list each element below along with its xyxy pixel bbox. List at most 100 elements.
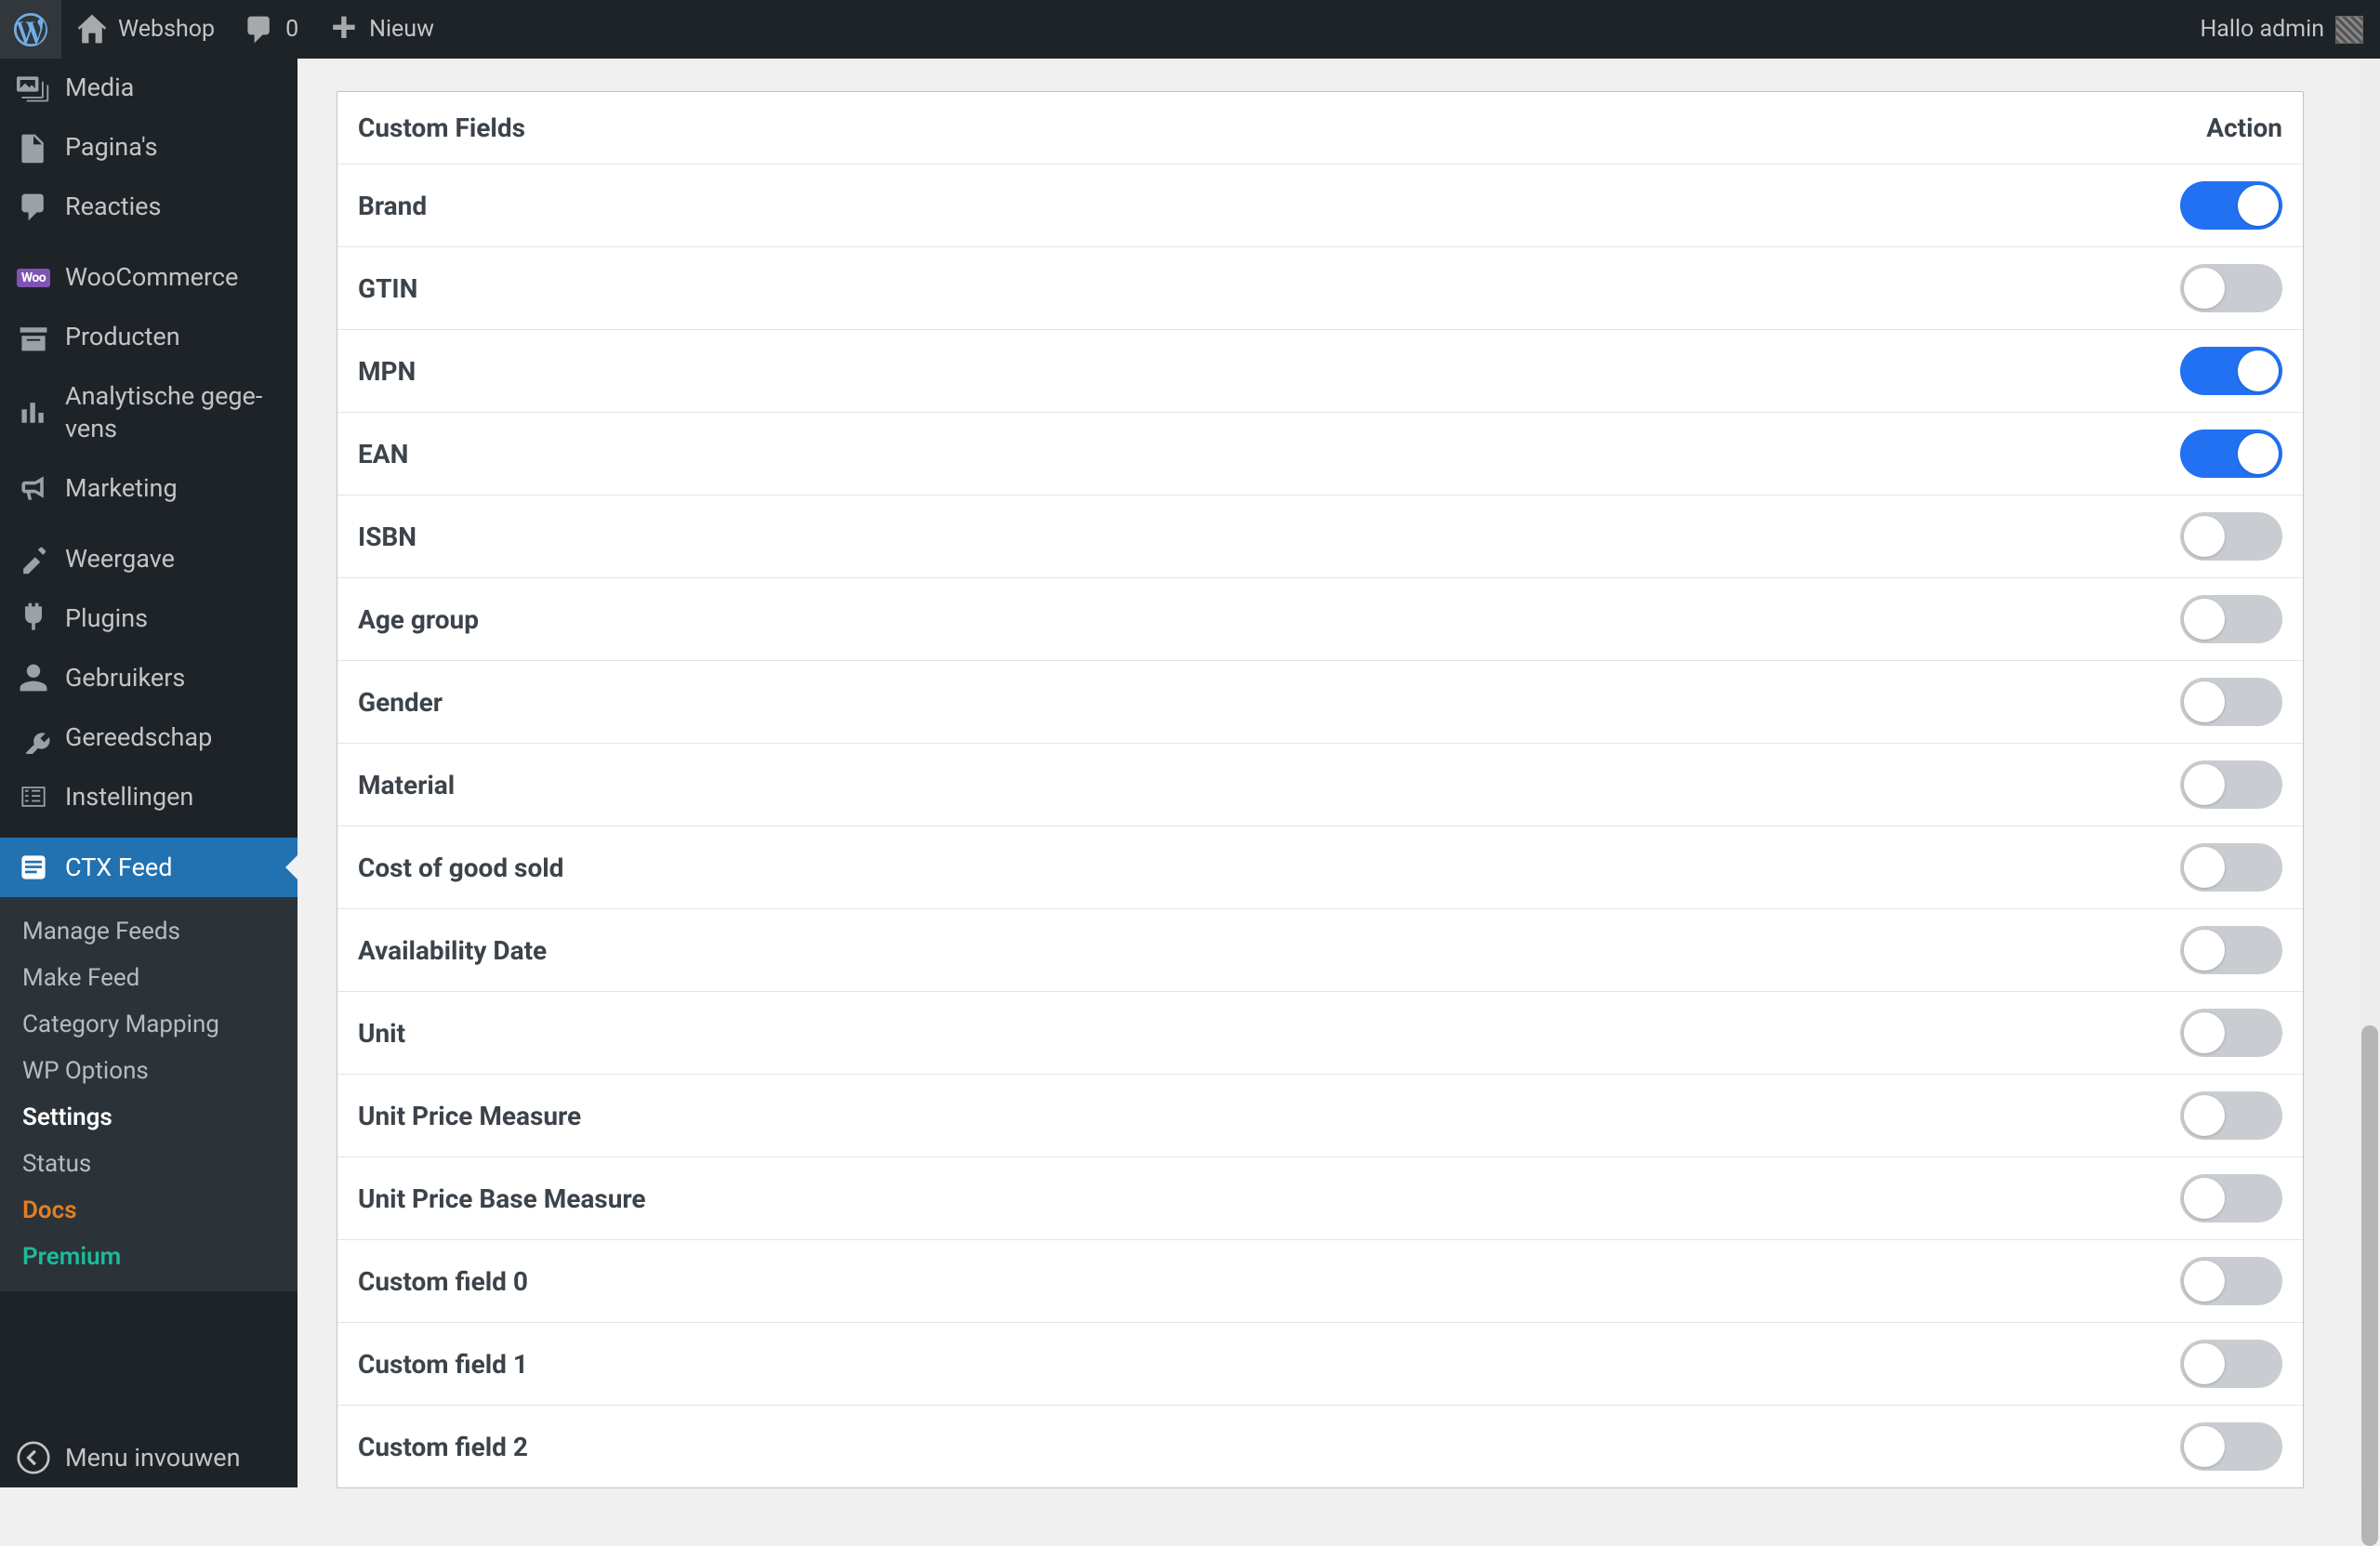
sidebar-item-products[interactable]: Producten xyxy=(0,308,298,367)
sidebar-item-label: Analytische gege­vens xyxy=(65,380,281,445)
custom-fields-panel: Custom Fields Action Brand GTIN MPNEAN ISBN… xyxy=(337,91,2304,1488)
sidebar-item-settings[interactable]: Instellingen xyxy=(0,767,298,826)
field-toggle[interactable] xyxy=(2180,512,2282,561)
field-label: Material xyxy=(358,770,455,800)
field-label: Brand xyxy=(358,191,427,221)
field-toggle[interactable] xyxy=(2180,1174,2282,1222)
field-row: Custom field 0 xyxy=(337,1240,2303,1323)
field-toggle[interactable] xyxy=(2180,843,2282,892)
field-row: Gender xyxy=(337,661,2303,744)
collapse-icon xyxy=(17,1441,50,1474)
field-row: ISBN xyxy=(337,496,2303,578)
submenu-item[interactable]: Status xyxy=(0,1141,298,1187)
field-row: Unit xyxy=(337,992,2303,1075)
sidebar-item-users[interactable]: Gebruikers xyxy=(0,648,298,707)
submenu-item[interactable]: Settings xyxy=(0,1094,298,1141)
field-row: Custom field 2 xyxy=(337,1406,2303,1487)
sidebar-item-ctx-feed[interactable]: CTX Feed xyxy=(0,838,298,897)
field-toggle[interactable] xyxy=(2180,1257,2282,1305)
panel-title: Custom Fields xyxy=(358,112,525,143)
users-icon xyxy=(17,661,50,694)
submenu-item[interactable]: Premium xyxy=(0,1234,298,1280)
analytics-icon xyxy=(17,396,50,429)
sidebar-item-comments[interactable]: Reacties xyxy=(0,178,298,237)
sidebar-item-appearance[interactable]: Weergave xyxy=(0,529,298,588)
field-toggle[interactable] xyxy=(2180,678,2282,726)
site-name-menu[interactable]: Webshop xyxy=(61,0,229,59)
field-row: Unit Price Base Measure xyxy=(337,1157,2303,1240)
home-icon xyxy=(75,13,109,46)
panel-action-header: Action xyxy=(2206,112,2282,143)
avatar xyxy=(2335,16,2363,44)
sidebar-item-label: Reacties xyxy=(65,191,161,223)
sidebar-item-label: Weergave xyxy=(65,543,175,575)
field-row: Cost of good sold xyxy=(337,826,2303,909)
user-menu[interactable]: Hallo admin xyxy=(2200,16,2373,44)
field-label: Custom field 0 xyxy=(358,1266,528,1297)
new-label: Nieuw xyxy=(369,16,434,43)
pages-icon xyxy=(17,131,50,165)
field-toggle[interactable] xyxy=(2180,1009,2282,1057)
field-toggle[interactable] xyxy=(2180,347,2282,395)
field-toggle[interactable] xyxy=(2180,1340,2282,1388)
field-toggle[interactable] xyxy=(2180,1091,2282,1140)
field-toggle[interactable] xyxy=(2180,760,2282,809)
collapse-menu-button[interactable]: Menu invouwen xyxy=(0,1428,298,1487)
field-toggle[interactable] xyxy=(2180,181,2282,230)
field-label: Availability Date xyxy=(358,935,547,966)
submenu-ctx-feed: Manage FeedsMake FeedCategory MappingWP … xyxy=(0,897,298,1291)
sidebar-item-media[interactable]: Media xyxy=(0,59,298,118)
submenu-item[interactable]: Manage Feeds xyxy=(0,908,298,955)
sidebar-item-label: Media xyxy=(65,72,134,104)
field-label: Cost of good sold xyxy=(358,852,563,883)
admin-bar: Webshop 0 Nieuw Hallo admin xyxy=(0,0,2380,59)
scrollbar-track[interactable] xyxy=(2360,59,2380,1487)
field-row: Material xyxy=(337,744,2303,826)
collapse-label: Menu invouwen xyxy=(65,1443,241,1473)
field-label: Custom field 2 xyxy=(358,1432,528,1462)
woocommerce-icon: Woo xyxy=(17,261,50,295)
submenu-item[interactable]: WP Options xyxy=(0,1048,298,1094)
appearance-icon xyxy=(17,542,50,575)
field-row: Brand xyxy=(337,165,2303,247)
new-content-menu[interactable]: Nieuw xyxy=(312,0,448,59)
sidebar-item-woocommerce[interactable]: WooWooCommerce xyxy=(0,248,298,308)
field-row: EAN xyxy=(337,413,2303,496)
sidebar-item-plugins[interactable]: Plugins xyxy=(0,588,298,648)
marketing-icon xyxy=(17,471,50,505)
settings-icon xyxy=(17,780,50,813)
comment-icon xyxy=(243,13,276,46)
sidebar-item-label: Marketing xyxy=(65,472,178,505)
sidebar-item-tools[interactable]: Gereedschap xyxy=(0,707,298,767)
greeting: Hallo admin xyxy=(2200,16,2324,43)
field-toggle[interactable] xyxy=(2180,264,2282,312)
field-label: Unit xyxy=(358,1018,405,1049)
sidebar-item-pages[interactable]: Pagina's xyxy=(0,118,298,178)
field-toggle[interactable] xyxy=(2180,595,2282,643)
field-toggle[interactable] xyxy=(2180,429,2282,478)
sidebar-item-analytics[interactable]: Analytische gege­vens xyxy=(0,367,298,458)
comments-menu[interactable]: 0 xyxy=(229,0,312,59)
scrollbar-thumb[interactable] xyxy=(2361,1025,2378,1546)
field-label: GTIN xyxy=(358,273,417,304)
field-label: Unit Price Base Measure xyxy=(358,1183,646,1214)
plus-icon xyxy=(326,13,360,46)
field-row: MPN xyxy=(337,330,2303,413)
main-content: Custom Fields Action Brand GTIN MPNEAN ISBN… xyxy=(298,59,2343,1487)
wp-logo-menu[interactable] xyxy=(0,0,61,59)
field-toggle[interactable] xyxy=(2180,926,2282,974)
tools-icon xyxy=(17,720,50,754)
sidebar-item-marketing[interactable]: Marketing xyxy=(0,458,298,518)
submenu-item[interactable]: Make Feed xyxy=(0,955,298,1001)
submenu-item[interactable]: Category Mapping xyxy=(0,1001,298,1048)
field-label: Unit Price Measure xyxy=(358,1101,581,1131)
sidebar-item-label: CTX Feed xyxy=(65,852,172,884)
field-label: ISBN xyxy=(358,522,416,552)
comments-icon xyxy=(17,191,50,224)
field-label: Gender xyxy=(358,687,443,718)
comments-count: 0 xyxy=(285,16,298,43)
submenu-item[interactable]: Docs xyxy=(0,1187,298,1234)
field-toggle[interactable] xyxy=(2180,1422,2282,1471)
field-label: Age group xyxy=(358,604,479,635)
sidebar-item-label: Producten xyxy=(65,321,180,353)
